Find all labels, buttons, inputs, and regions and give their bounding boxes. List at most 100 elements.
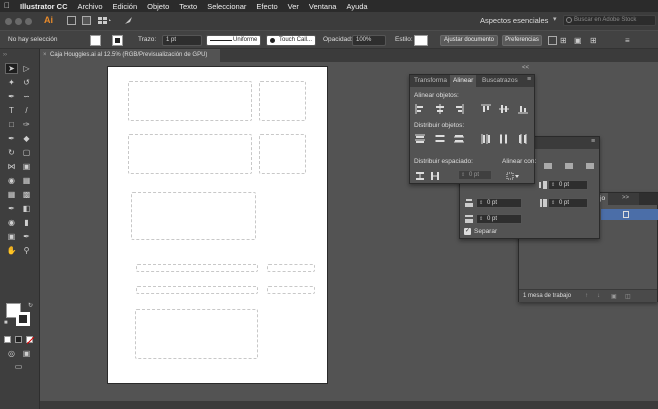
tab-alinear[interactable]: Alinear (450, 75, 477, 87)
dieline-shape[interactable] (128, 81, 252, 121)
document-setup-button[interactable]: Ajustar documento (440, 35, 498, 46)
dieline-shape[interactable] (135, 309, 258, 359)
type-tool-icon[interactable]: T (6, 106, 17, 115)
distribute-icon[interactable] (464, 198, 474, 208)
panel-menu-icon[interactable]: ≡ (591, 138, 595, 145)
tab-transforma[interactable]: Transforma (411, 75, 450, 87)
dieline-shape[interactable] (136, 286, 258, 294)
direct-selection-tool-icon[interactable]: ▷ (21, 64, 32, 73)
menu-texto[interactable]: Texto (179, 2, 197, 11)
perspective-grid-tool-icon[interactable]: ▦ (21, 176, 32, 185)
spacing-field[interactable]: ⇕ 0 pt (548, 180, 588, 190)
delete-artboard-icon[interactable]: ◫ (625, 293, 631, 300)
chevron-down-icon[interactable]: ▾ (553, 15, 557, 23)
screen-mode-icon[interactable]: ▭ (13, 362, 24, 371)
curvature-tool-icon[interactable]: ∽ (21, 92, 32, 101)
close-tab-icon[interactable]: × (43, 49, 47, 62)
color-mode-icon[interactable] (4, 336, 11, 343)
align-icon[interactable] (548, 36, 557, 45)
gradient-tool-icon[interactable]: ▩ (21, 190, 32, 199)
artboard-options-icon[interactable] (623, 211, 629, 218)
distribute-icon[interactable] (464, 214, 474, 224)
distribute-icon[interactable] (538, 180, 548, 190)
dieline-shape[interactable] (128, 134, 252, 174)
gpu-performance-icon[interactable] (124, 16, 133, 25)
panel-menu-icon[interactable]: ≡ (527, 76, 531, 83)
default-colors-icon[interactable]: ■ (4, 320, 8, 326)
slice-tool-icon[interactable]: ✒ (21, 232, 32, 241)
align-to-selection-dropdown[interactable] (506, 171, 520, 181)
draw-inside-icon[interactable]: ▣ (21, 349, 32, 358)
tab-buscatrazos[interactable]: Buscatrazos (479, 75, 521, 87)
dieline-shape[interactable] (259, 81, 306, 121)
align-icon[interactable] (543, 162, 553, 172)
distribute-icon[interactable] (538, 198, 548, 208)
zoom-tool-icon[interactable]: ⚲ (21, 246, 32, 255)
distribute-horizontal-space-icon[interactable] (430, 171, 440, 181)
menu-ver[interactable]: Ver (288, 2, 299, 11)
arrange-icon[interactable]: ≡ (625, 36, 634, 45)
hand-tool-icon[interactable]: ✋ (6, 246, 17, 255)
align-horizontal-center-icon[interactable] (435, 104, 445, 114)
workspace-switcher[interactable]: Aspectos esenciales (480, 16, 548, 25)
mesh-tool-icon[interactable]: ▦ (6, 190, 17, 199)
eraser-tool-icon[interactable]: ◆ (21, 134, 32, 143)
artboard-list-item[interactable] (601, 209, 658, 220)
stock-icon[interactable] (82, 16, 91, 25)
move-down-icon[interactable]: ↓ (597, 293, 600, 299)
new-artboard-icon[interactable]: ▣ (611, 293, 617, 300)
menu-edicion[interactable]: Edición (113, 2, 138, 11)
free-transform-tool-icon[interactable]: ▣ (21, 162, 32, 171)
align-left-icon[interactable] (415, 104, 425, 114)
brush-select[interactable]: Touch Call... (266, 35, 316, 46)
separate-checkbox[interactable]: ✓ (464, 228, 471, 235)
stroke-weight-field[interactable]: 1 pt (162, 35, 202, 46)
align-vertical-center-icon[interactable] (499, 104, 509, 114)
lasso-tool-icon[interactable]: ↺ (21, 78, 32, 87)
spacing-value-field[interactable]: ⇕ 0 pt (458, 170, 492, 180)
menu-archivo[interactable]: Archivo (78, 2, 103, 11)
dieline-shape[interactable] (267, 264, 315, 272)
symbol-sprayer-tool-icon[interactable]: ◉ (6, 218, 17, 227)
arrange-documents-icon[interactable] (98, 16, 111, 25)
menu-ventana[interactable]: Ventana (309, 2, 337, 11)
spacing-field[interactable]: ⇕ 0 pt (548, 198, 588, 208)
transform-icon[interactable]: ⊞ (560, 36, 569, 45)
collapse-panel-icon[interactable]: ›› (3, 52, 7, 58)
menu-app-name[interactable]: Illustrator CC (20, 2, 68, 11)
column-graph-tool-icon[interactable]: ▮ (21, 218, 32, 227)
menu-seleccionar[interactable]: Seleccionar (207, 2, 246, 11)
stroke-profile-select[interactable]: Uniforme (206, 35, 261, 46)
fill-swatch[interactable] (90, 35, 101, 46)
rectangle-tool-icon[interactable]: □ (6, 120, 17, 129)
bridge-icon[interactable] (67, 16, 76, 25)
distribute-right-icon[interactable] (518, 134, 528, 144)
none-mode-icon[interactable] (26, 336, 34, 344)
align-right-icon[interactable] (454, 104, 464, 114)
artboard[interactable] (107, 66, 328, 384)
dieline-shape[interactable] (267, 286, 315, 294)
window-zoom-button[interactable] (25, 18, 32, 25)
rotate-tool-icon[interactable]: ↻ (6, 148, 17, 157)
expand-panel-icon[interactable]: >> (622, 195, 629, 201)
window-minimize-button[interactable] (15, 18, 22, 25)
distribute-top-icon[interactable] (415, 134, 425, 144)
stroke-color-box[interactable] (16, 312, 30, 326)
distribute-vertical-center-icon[interactable] (435, 134, 445, 144)
pen-tool-icon[interactable]: ✒ (6, 92, 17, 101)
distribute-horizontal-center-icon[interactable] (499, 134, 509, 144)
shape-builder-tool-icon[interactable]: ◉ (6, 176, 17, 185)
dieline-shape[interactable] (131, 192, 256, 240)
spacing-field[interactable]: ⇕ 0 pt (476, 198, 522, 208)
stock-search-input[interactable]: Buscar en Adobe Stock (563, 15, 656, 26)
dieline-shape[interactable] (259, 134, 306, 174)
document-tab[interactable]: × Caja Houggies.ai al 12.5% (RGB/Previsu… (40, 49, 220, 62)
scale-tool-icon[interactable]: ▢ (21, 148, 32, 157)
apple-icon[interactable]:  (4, 2, 12, 10)
menu-efecto[interactable]: Efecto (256, 2, 277, 11)
stroke-swatch[interactable] (112, 35, 123, 46)
artboard-tool-icon[interactable]: ▣ (6, 232, 17, 241)
line-tool-icon[interactable]: / (21, 106, 32, 115)
align-icon[interactable] (585, 162, 595, 172)
align-icon[interactable] (564, 162, 574, 172)
